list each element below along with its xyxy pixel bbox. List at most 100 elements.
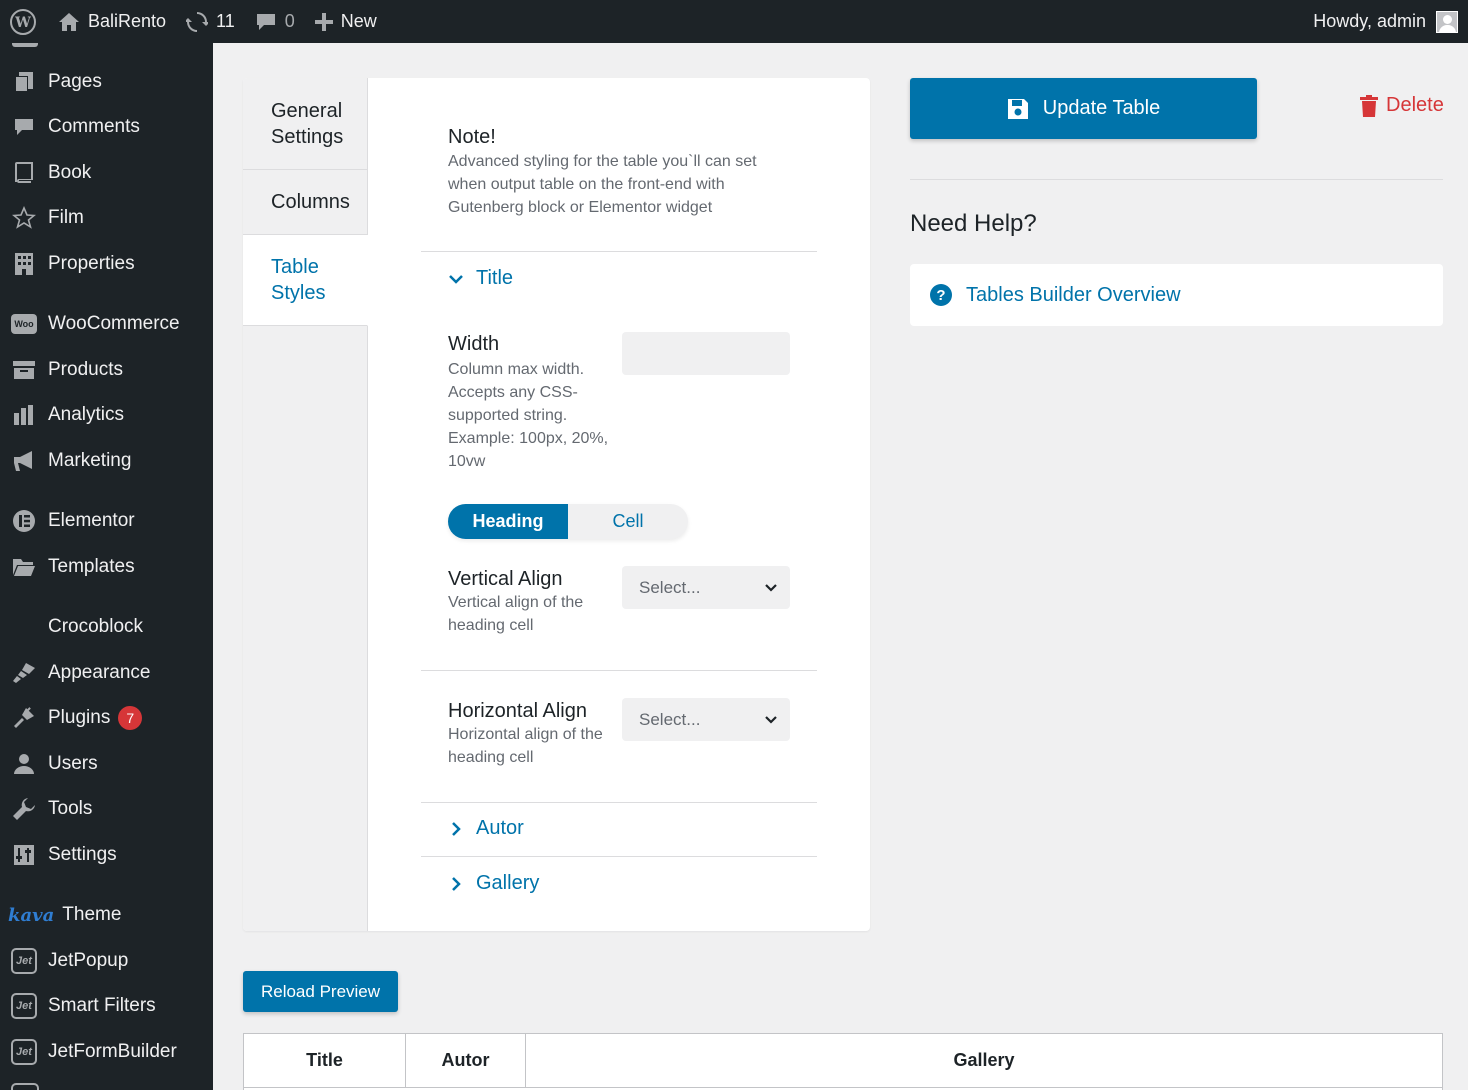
sidebar-item-elementor[interactable]: Elementor [0,501,213,541]
settings-tabs: General Settings Columns Table Styles [243,78,368,931]
vertical-align-select[interactable]: Select... [622,566,790,609]
heading-cell-toggle: Heading Cell [448,504,688,539]
sidebar-item-label: Tools [48,798,92,820]
sidebar-item-film[interactable]: Film [0,198,213,238]
sidebar-item-appearance[interactable]: Appearance [0,653,213,693]
wrench-icon [0,797,48,821]
accordion-title-header[interactable]: Title [448,267,513,290]
vertical-align-label: Vertical Align [448,568,563,591]
my-account-link[interactable]: Howdy, admin [1313,11,1468,33]
accordion-autor-header[interactable]: Autor [448,817,524,840]
toggle-cell[interactable]: Cell [568,504,688,539]
sidebar-item-label: Marketing [48,450,131,472]
admin-bar: W BaliRento 11 0 New Howdy, admin [0,0,1468,43]
user-icon [0,753,48,775]
sidebar-item-label: Crocoblock [48,616,143,638]
jet-icon: Jet [11,1039,37,1065]
avatar [1436,11,1458,33]
greeting: Howdy, admin [1313,11,1426,32]
sidebar-item-label: Properties [48,253,135,275]
site-name: BaliRento [88,11,166,32]
accordion-gallery-header[interactable]: Gallery [448,872,539,895]
sidebar-item-jetformbuilder[interactable]: Jet JetFormBuilder [0,1032,213,1072]
sidebar-item-settings[interactable]: Settings [0,835,213,875]
new-label: New [341,11,377,32]
reload-preview-button[interactable]: Reload Preview [243,971,398,1012]
woo-icon: Woo [11,314,37,334]
book-icon [0,162,48,184]
sidebar-item-comments[interactable]: Comments [0,107,213,147]
note-text: Advanced styling for the table you`ll ca… [448,150,798,219]
plus-icon [315,13,333,31]
chevron-right-icon [448,876,464,892]
tab-columns[interactable]: Columns [243,170,368,235]
need-help-title: Need Help? [910,210,1037,238]
divider [421,856,817,857]
width-input[interactable] [622,332,790,375]
sidebar-item-smart-filters[interactable]: Jet Smart Filters [0,986,213,1026]
sidebar-item-users[interactable]: Users [0,744,213,784]
plug-icon [0,706,48,730]
brush-icon [0,662,48,684]
vertical-align-value: Select... [639,578,700,598]
preview-table: Title Autor Gallery [243,1033,1443,1090]
refresh-icon [186,11,208,33]
update-table-button[interactable]: Update Table [910,78,1257,139]
wordpress-icon: W [10,9,36,35]
site-name-link[interactable]: BaliRento [46,0,176,43]
updates-link[interactable]: 11 [176,0,245,43]
sidebar-item-label: Pages [48,71,102,93]
chevron-down-icon [764,583,778,593]
sidebar-item-analytics[interactable]: Analytics [0,395,213,435]
wordpress-logo-button[interactable]: W [0,0,46,43]
sidebar-item-label: Elementor [48,510,135,532]
sidebar-item-label: WooCommerce [48,313,180,335]
admin-sidebar: Pages Comments Book Film Properties Woo … [0,43,213,1090]
sidebar-item-products[interactable]: Products [0,350,213,390]
tab-general-settings[interactable]: General Settings [243,78,368,170]
sidebar-item-woocommerce[interactable]: Woo WooCommerce [0,304,213,344]
sidebar-item-crocoblock[interactable]: Crocoblock [0,607,213,647]
sidebar-item-label: Plugins [48,707,110,729]
new-content-link[interactable]: New [305,0,387,43]
sidebar-item-pages[interactable]: Pages [0,62,213,102]
toggle-heading[interactable]: Heading [448,504,568,539]
divider [421,670,817,671]
megaphone-icon [0,450,48,472]
delete-button[interactable]: Delete [1360,94,1444,117]
divider [910,179,1443,180]
sidebar-item-label: Book [48,162,91,184]
sidebar-item-theme[interactable]: kava Theme [0,895,213,935]
crocoblock-icon [0,615,48,639]
table-header-cell: Autor [406,1034,526,1088]
tab-table-styles[interactable]: Table Styles [243,235,368,326]
trash-icon [1360,95,1378,117]
sidebar-item-marketing[interactable]: Marketing [0,441,213,481]
sidebar-item-tools[interactable]: Tools [0,789,213,829]
svg-text:W: W [14,15,31,31]
sidebar-item-label: Products [48,359,123,381]
table-header-cell: Title [244,1034,406,1088]
chevron-down-icon [448,273,464,285]
comments-link[interactable]: 0 [245,0,305,43]
comments-icon [0,117,48,137]
jet-icon: Jet [11,993,37,1019]
sidebar-item-jetpopup[interactable]: Jet JetPopup [0,941,213,981]
sidebar-item-book[interactable]: Book [0,153,213,193]
update-table-label: Update Table [1043,97,1161,120]
sidebar-item-label: Theme [62,904,121,926]
divider [421,802,817,803]
building-icon [0,252,48,276]
folder-icon [0,557,48,577]
horizontal-align-select[interactable]: Select... [622,698,790,741]
sidebar-item-plugins[interactable]: Plugins 7 [0,698,213,738]
sidebar-item-label: Film [48,207,84,229]
plugins-update-badge: 7 [118,706,142,730]
sidebar-item-templates[interactable]: Templates [0,547,213,587]
sidebar-item-properties[interactable]: Properties [0,244,213,284]
accordion-autor-label: Autor [476,817,524,840]
chevron-down-icon [764,715,778,725]
horizontal-align-label: Horizontal Align [448,700,587,723]
help-link-card[interactable]: ? Tables Builder Overview [910,264,1443,326]
help-link-label: Tables Builder Overview [966,284,1181,307]
